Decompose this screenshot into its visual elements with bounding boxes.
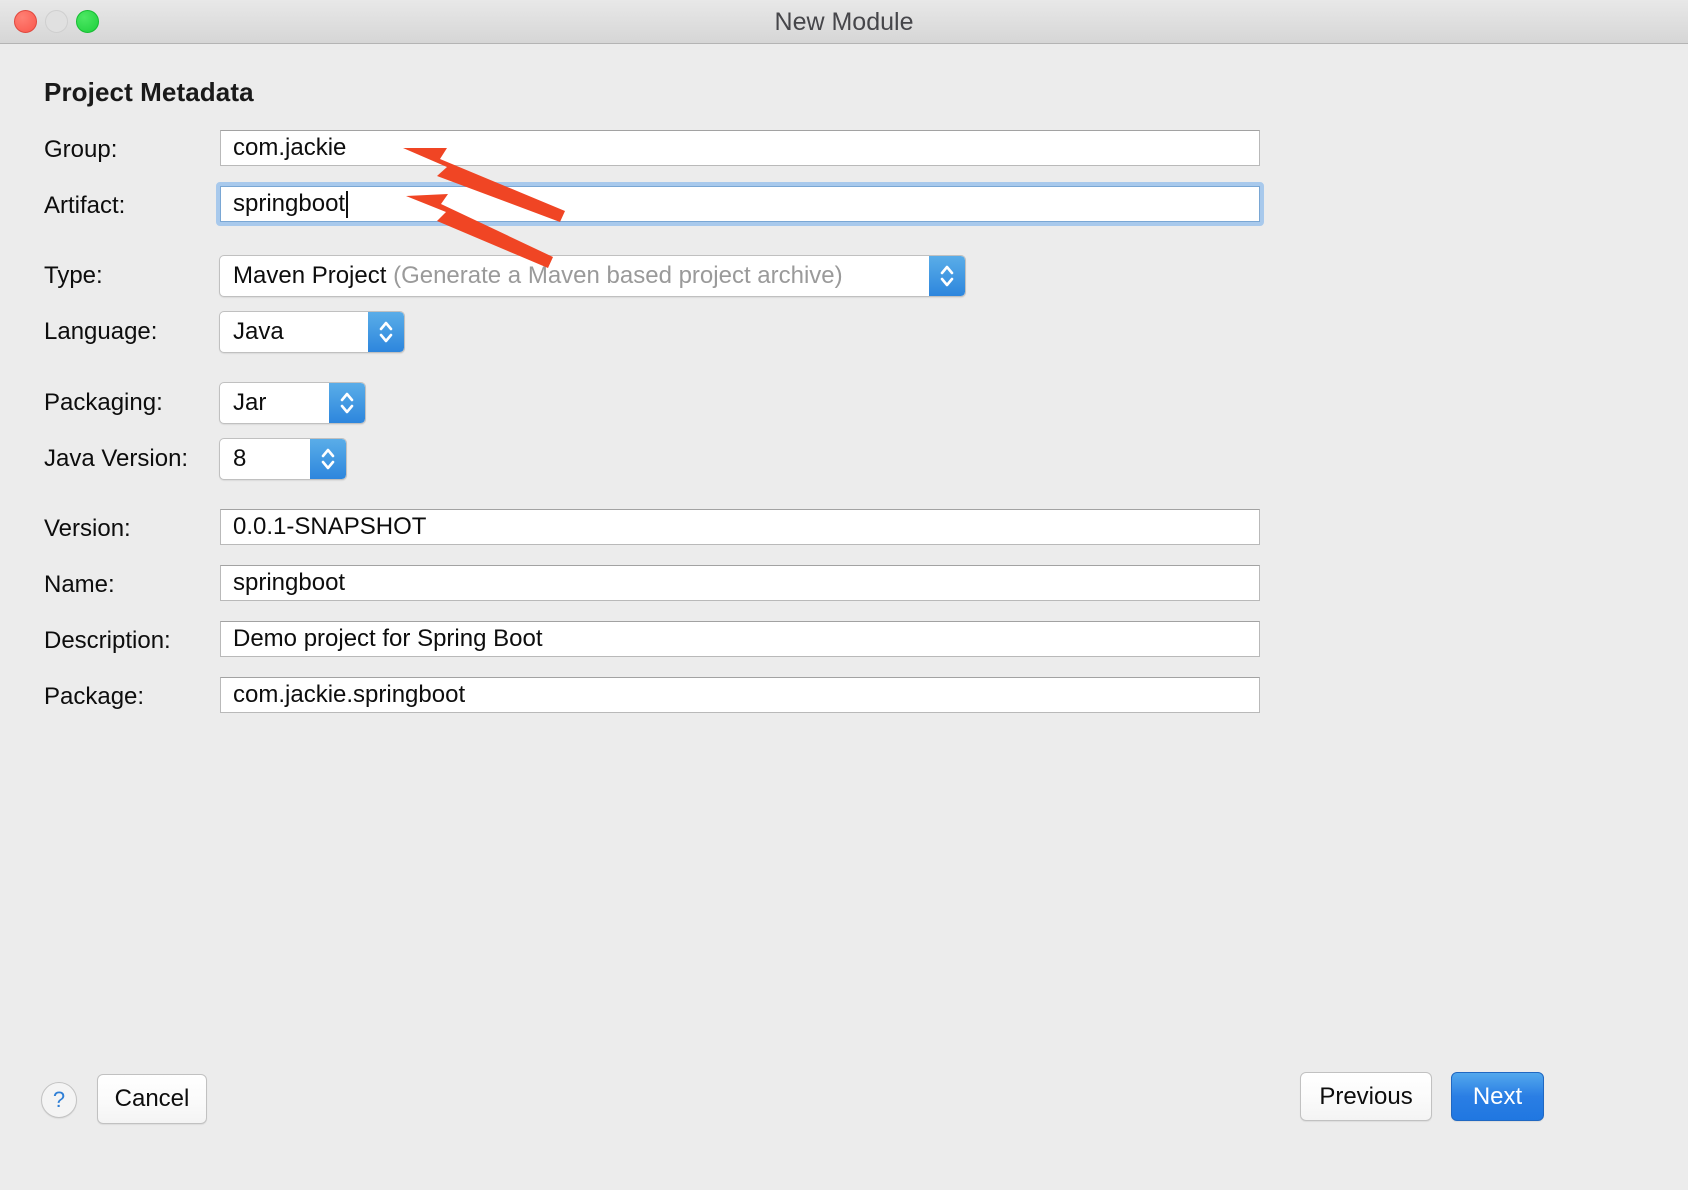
- name-label: Name:: [44, 571, 115, 598]
- type-select-value: Maven Project: [233, 262, 387, 289]
- chevron-up-down-icon: [321, 448, 335, 470]
- group-input[interactable]: com.jackie: [220, 130, 1260, 166]
- artifact-label: Artifact:: [44, 192, 126, 219]
- name-input[interactable]: springboot: [220, 565, 1260, 601]
- type-select-stepper[interactable]: [929, 256, 965, 296]
- group-label: Group:: [44, 136, 118, 163]
- page-title: Project Metadata: [44, 77, 254, 107]
- language-select[interactable]: Java: [219, 311, 405, 353]
- java-version-label: Java Version:: [44, 445, 189, 472]
- package-label: Package:: [44, 683, 145, 710]
- artifact-input[interactable]: springboot: [220, 186, 1260, 222]
- description-input-value: Demo project for Spring Boot: [233, 625, 543, 652]
- new-module-dialog: New Module Project Metadata Group: com.j…: [0, 0, 1688, 1190]
- previous-button[interactable]: Previous: [1300, 1072, 1432, 1121]
- help-button[interactable]: ?: [41, 1082, 77, 1118]
- package-input-value: com.jackie.springboot: [233, 681, 466, 708]
- packaging-select[interactable]: Jar: [219, 382, 366, 424]
- cancel-button[interactable]: Cancel: [97, 1074, 207, 1124]
- window-title: New Module: [774, 8, 914, 36]
- type-select-hint: (Generate a Maven based project archive): [393, 262, 843, 289]
- version-input[interactable]: 0.0.1-SNAPSHOT: [220, 509, 1260, 545]
- type-label: Type:: [44, 262, 103, 289]
- description-input[interactable]: Demo project for Spring Boot: [220, 621, 1260, 657]
- window-titlebar: New Module: [0, 0, 1688, 44]
- language-select-stepper[interactable]: [368, 312, 404, 352]
- dialog-content: Project Metadata Group: com.jackie Artif…: [0, 44, 1688, 1190]
- artifact-input-value: springboot: [233, 190, 346, 217]
- description-label: Description:: [44, 627, 171, 654]
- packaging-select-stepper[interactable]: [329, 383, 365, 423]
- group-input-value: com.jackie: [233, 134, 347, 161]
- type-select[interactable]: Maven Project (Generate a Maven based pr…: [219, 255, 966, 297]
- chevron-up-down-icon: [940, 265, 954, 287]
- java-version-select[interactable]: 8: [219, 438, 347, 480]
- version-label: Version:: [44, 515, 131, 542]
- name-input-value: springboot: [233, 569, 346, 596]
- text-caret: [346, 190, 349, 218]
- packaging-label: Packaging:: [44, 389, 163, 416]
- chevron-up-down-icon: [379, 321, 393, 343]
- language-label: Language:: [44, 318, 158, 345]
- java-version-select-stepper[interactable]: [310, 439, 346, 479]
- package-input[interactable]: com.jackie.springboot: [220, 677, 1260, 713]
- type-select-text: Maven Project (Generate a Maven based pr…: [220, 262, 965, 290]
- next-button[interactable]: Next: [1451, 1072, 1544, 1121]
- chevron-up-down-icon: [340, 392, 354, 414]
- version-input-value: 0.0.1-SNAPSHOT: [233, 513, 427, 540]
